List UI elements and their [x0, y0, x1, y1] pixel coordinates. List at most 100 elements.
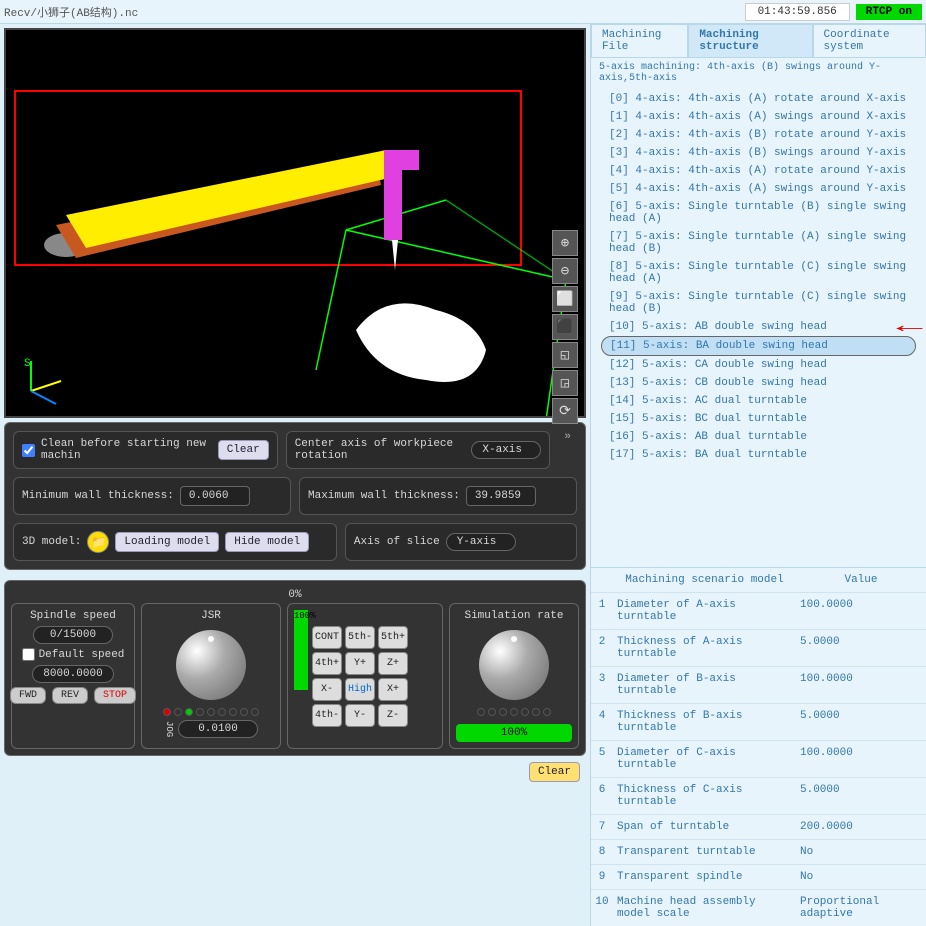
- structure-summary: 5-axis machining: 4th-axis (B) swings ar…: [591, 58, 926, 88]
- key-y[interactable]: Y+: [345, 652, 375, 675]
- max-wall-input[interactable]: 39.9859: [466, 486, 536, 506]
- fwd-button[interactable]: FWD: [10, 687, 46, 704]
- min-wall-group: Minimum wall thickness: 0.0060: [13, 477, 291, 515]
- structure-item-7[interactable]: [7] 5-axis: Single turntable (A) single …: [601, 228, 916, 258]
- structure-item-15[interactable]: [15] 5-axis: BC dual turntable: [601, 410, 916, 428]
- default-speed-checkbox[interactable]: [22, 648, 35, 661]
- key-z[interactable]: Z-: [378, 704, 408, 727]
- structure-item-5[interactable]: [5] 4-axis: 4th-axis (A) swings around Y…: [601, 180, 916, 198]
- default-speed-input[interactable]: 8000.0000: [32, 665, 113, 683]
- structure-item-11[interactable]: [11] 5-axis: BA double swing head: [601, 336, 916, 356]
- min-wall-input[interactable]: 0.0060: [180, 486, 250, 506]
- clean-label: Clean before starting new machin: [41, 438, 212, 462]
- sim-knob[interactable]: [479, 630, 549, 700]
- jog-keypad: CONT5th-5th+ 4th+Y+Z+ X-HighX+ 4th-Y-Z-: [312, 626, 408, 727]
- rtcp-badge[interactable]: RTCP on: [856, 4, 922, 20]
- key-5th[interactable]: 5th+: [378, 626, 408, 649]
- hide-model-button[interactable]: Hide model: [225, 532, 309, 552]
- max-wall-label: Maximum wall thickness:: [308, 490, 460, 502]
- sim-leds: [477, 708, 551, 716]
- structure-item-6[interactable]: [6] 5-axis: Single turntable (B) single …: [601, 198, 916, 228]
- axis-gizmo-icon: S: [16, 356, 76, 406]
- structure-list[interactable]: [0] 4-axis: 4th-axis (A) rotate around X…: [591, 88, 926, 557]
- view-tool-4[interactable]: ◱: [552, 342, 578, 368]
- file-path: Recv/小狮子(AB结构).nc: [4, 4, 745, 20]
- elapsed-time: 01:43:59.856: [745, 3, 850, 21]
- folder-icon[interactable]: 📁: [87, 531, 109, 553]
- table-row[interactable]: 3Diameter of B-axis turntable100.0000: [591, 666, 926, 703]
- table-row[interactable]: 2Thickness of A-axis turntable5.0000: [591, 629, 926, 666]
- jog-label: JOG: [164, 721, 174, 737]
- view-tool-2[interactable]: ⬜: [552, 286, 578, 312]
- key-4th[interactable]: 4th-: [312, 704, 342, 727]
- stop-button[interactable]: STOP: [94, 687, 136, 704]
- model3d-label: 3D model:: [22, 536, 81, 548]
- slice-select[interactable]: Y-axis: [446, 533, 516, 551]
- view-tool-1[interactable]: ⊖: [552, 258, 578, 284]
- key-high[interactable]: High: [345, 678, 375, 701]
- sim-pct: 100%: [456, 724, 572, 742]
- spindle-box: Spindle speed 0/15000 Default speed 8000…: [11, 603, 135, 749]
- view-tool-3[interactable]: ⬛: [552, 314, 578, 340]
- table-row[interactable]: 5Diameter of C-axis turntable100.0000: [591, 740, 926, 777]
- structure-item-13[interactable]: [13] 5-axis: CB double swing head: [601, 374, 916, 392]
- jsr-box: JSR JOG 0.0100: [141, 603, 281, 749]
- svg-text:S: S: [24, 358, 31, 370]
- loading-model-button[interactable]: Loading model: [115, 532, 219, 552]
- structure-item-17[interactable]: [17] 5-axis: BA dual turntable: [601, 446, 916, 464]
- view-tool-6[interactable]: ⟳: [552, 398, 578, 424]
- jog-meter: 100%: [294, 610, 308, 690]
- key-cont[interactable]: CONT: [312, 626, 342, 649]
- key-x[interactable]: X+: [378, 678, 408, 701]
- tab-coordinate-system[interactable]: Coordinate system: [813, 24, 926, 57]
- clean-checkbox[interactable]: [22, 444, 35, 457]
- table-head-value: Value: [796, 568, 926, 592]
- table-row[interactable]: 9Transparent spindleNo: [591, 864, 926, 889]
- center-axis-select[interactable]: X-axis: [471, 441, 541, 459]
- jsr-knob[interactable]: [176, 630, 246, 700]
- structure-item-14[interactable]: [14] 5-axis: AC dual turntable: [601, 392, 916, 410]
- table-row[interactable]: 10Machine head assembly model scalePropo…: [591, 889, 926, 926]
- structure-item-3[interactable]: [3] 4-axis: 4th-axis (B) swings around Y…: [601, 144, 916, 162]
- clear-button[interactable]: Clear: [218, 440, 269, 460]
- key-4th[interactable]: 4th+: [312, 652, 342, 675]
- key-z[interactable]: Z+: [378, 652, 408, 675]
- slice-label: Axis of slice: [354, 536, 440, 548]
- structure-item-8[interactable]: [8] 5-axis: Single turntable (C) single …: [601, 258, 916, 288]
- right-tabs: Machining File Machining structure Coord…: [591, 24, 926, 58]
- view-tool-5[interactable]: ◲: [552, 370, 578, 396]
- 3d-viewport[interactable]: S ⊕⊖⬜⬛◱◲⟳: [4, 28, 586, 418]
- table-row[interactable]: 7Span of turntable200.0000: [591, 814, 926, 839]
- key-y[interactable]: Y-: [345, 704, 375, 727]
- table-row[interactable]: 1Diameter of A-axis turntable100.0000: [591, 592, 926, 629]
- table-row[interactable]: 6Thickness of C-axis turntable5.0000: [591, 777, 926, 814]
- structure-item-10[interactable]: [10] 5-axis: AB double swing head: [601, 318, 916, 336]
- model3d-group: 3D model: 📁 Loading model Hide model: [13, 523, 337, 561]
- tab-machining-file[interactable]: Machining File: [591, 24, 688, 57]
- min-wall-label: Minimum wall thickness:: [22, 490, 174, 502]
- view-tool-0[interactable]: ⊕: [552, 230, 578, 256]
- structure-item-4[interactable]: [4] 4-axis: 4th-axis (A) rotate around Y…: [601, 162, 916, 180]
- key-x[interactable]: X-: [312, 678, 342, 701]
- table-row[interactable]: 8Transparent turntableNo: [591, 839, 926, 864]
- params-panel: Clean before starting new machin Clear C…: [4, 422, 586, 570]
- structure-item-9[interactable]: [9] 5-axis: Single turntable (C) single …: [601, 288, 916, 318]
- model-table: Machining scenario model Value 1Diameter…: [591, 567, 926, 926]
- structure-item-0[interactable]: [0] 4-axis: 4th-axis (A) rotate around X…: [601, 90, 916, 108]
- key-5th[interactable]: 5th-: [345, 626, 375, 649]
- tab-machining-structure[interactable]: Machining structure: [688, 24, 812, 57]
- clean-group: Clean before starting new machin Clear: [13, 431, 278, 469]
- spindle-title: Spindle speed: [30, 610, 116, 622]
- jsr-leds: [163, 708, 259, 716]
- center-axis-group: Center axis of workpiece rotation X-axis: [286, 431, 551, 469]
- table-row[interactable]: 4Thickness of B-axis turntable5.0000: [591, 703, 926, 740]
- expand-icon[interactable]: »: [558, 431, 577, 443]
- bottom-clear-button[interactable]: Clear: [529, 762, 580, 782]
- structure-item-16[interactable]: [16] 5-axis: AB dual turntable: [601, 428, 916, 446]
- rev-button[interactable]: REV: [52, 687, 88, 704]
- structure-item-12[interactable]: [12] 5-axis: CA double swing head: [601, 356, 916, 374]
- jog-input[interactable]: 0.0100: [178, 720, 258, 738]
- structure-item-1[interactable]: [1] 4-axis: 4th-axis (A) swings around X…: [601, 108, 916, 126]
- structure-item-2[interactable]: [2] 4-axis: 4th-axis (B) rotate around Y…: [601, 126, 916, 144]
- sim-box: Simulation rate 100%: [449, 603, 579, 749]
